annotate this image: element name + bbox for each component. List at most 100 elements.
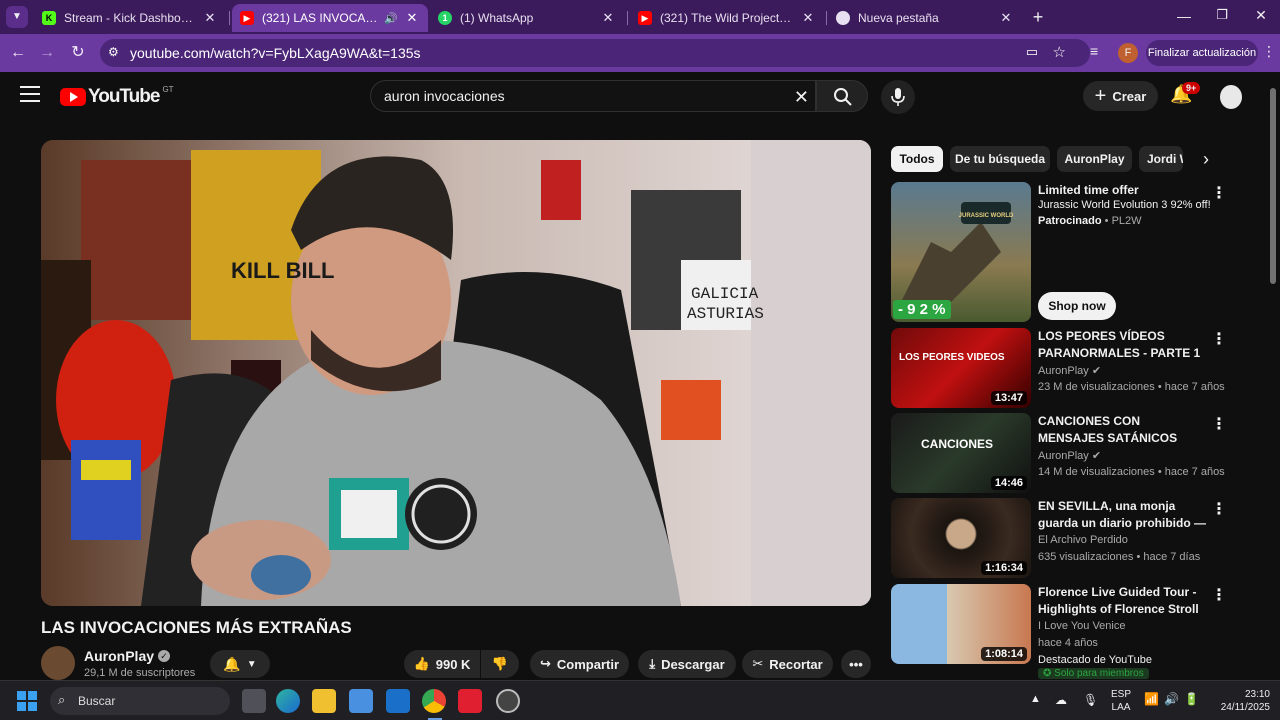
battery-icon[interactable]: 🔋 [1184,692,1199,706]
close-icon[interactable]: ✕ [600,10,616,26]
tab-whatsapp[interactable]: 1 (1) WhatsApp ✕ [430,4,624,32]
file-explorer-icon[interactable] [312,689,336,713]
volume-icon[interactable]: 🔊 [1164,692,1179,706]
more-vertical-icon[interactable]: ⋮ [1211,184,1227,204]
badge-text: Solo para miembros [1054,668,1144,679]
chip-de-tu-busqueda[interactable]: De tu búsqueda [950,146,1050,172]
microsoft-store-icon[interactable] [349,689,373,713]
more-vertical-icon[interactable]: ⋮ [1211,330,1227,350]
profile-avatar[interactable]: F [1118,43,1138,63]
account-avatar[interactable] [1220,85,1242,109]
taskbar-search-input[interactable]: ⌕ Buscar [50,687,230,715]
share-button[interactable]: ↪ Compartir [530,650,629,678]
more-vertical-icon[interactable]: ⋮ [1211,500,1227,520]
outlook-icon[interactable] [386,689,410,713]
close-icon[interactable]: ✕ [404,10,420,26]
ad-card[interactable]: JURASSIC WORLD - 9 2 % Limited time offe… [891,182,1231,322]
recommendation-item[interactable]: 1:16:34 EN SEVILLA, una monja guarda un … [891,498,1231,578]
edge-icon[interactable] [276,689,300,713]
search-input[interactable]: auron invocaciones ✕ [370,80,816,112]
close-icon[interactable]: ✕ [998,10,1014,26]
task-view-icon[interactable] [242,689,266,713]
youtube-icon: ▶ [240,11,254,25]
new-tab-button[interactable]: + [1028,7,1048,27]
page-scrollbar[interactable] [1270,88,1276,284]
voice-search-button[interactable] [881,80,915,114]
kick-icon: K [42,11,56,25]
download-button[interactable]: ⤓ Descargar [638,650,736,678]
app-circle-icon[interactable] [496,689,520,713]
chip-jordi[interactable]: Jordi W [1139,146,1183,172]
tab-kick-dashboard[interactable]: K Stream - Kick Dashboard ✕ [34,4,226,32]
keyboard-language[interactable]: ESP LAA [1108,688,1134,714]
maximize-button[interactable]: ❐ [1214,7,1230,23]
video-thumbnail[interactable]: CANCIONES 14:46 [891,413,1031,493]
youtube-icon: ▶ [638,11,652,25]
tab-new-tab[interactable]: Nueva pestaña ✕ [828,4,1022,32]
window-close-button[interactable]: ✕ [1253,7,1269,24]
chip-todos[interactable]: Todos [891,146,943,172]
video-player[interactable]: KILL BILL GALICIA ASTURIAS [41,140,871,606]
wifi-icon[interactable]: 📶 [1144,692,1159,706]
video-title: Florence Live Guided Tour - Highlights o… [1038,585,1199,616]
chrome-menu-icon[interactable]: ⋮ [1262,43,1276,60]
forward-button[interactable]: → [36,42,58,64]
channel-name[interactable]: AuronPlay ✓ [84,648,171,664]
tab-title: Stream - Kick Dashboard [64,11,196,25]
ad-thumbnail[interactable]: JURASSIC WORLD - 9 2 % [891,182,1031,322]
microphone-tray-icon[interactable]: 🎙 [1083,693,1098,707]
like-button[interactable]: 👍 990 K [404,650,480,678]
tab-search-button[interactable]: ▼ [6,6,28,28]
discount-badge: - 9 2 % [893,300,951,319]
more-actions-button[interactable]: ••• [841,650,871,678]
video-thumbnail[interactable]: 1:16:34 [891,498,1031,578]
address-bar[interactable]: ⚙ youtube.com/watch?v=FybLXagA9WA&t=135s… [100,39,1090,67]
channel-avatar[interactable] [41,646,75,680]
recommendation-item[interactable]: LOS PEORES VIDEOS 13:47 LOS PEORES VÍDEO… [891,328,1231,408]
more-vertical-icon[interactable]: ⋮ [1211,586,1227,606]
app-red-icon[interactable] [458,689,482,713]
chip-auronplay[interactable]: AuronPlay [1057,146,1132,172]
channel-name-text: AuronPlay [1038,365,1089,377]
close-icon[interactable]: ✕ [202,10,218,26]
search-icon [834,88,852,106]
search-icon: ⌕ [58,692,66,707]
finish-update-button[interactable]: Finalizar actualización [1146,40,1258,66]
minimize-button[interactable]: — [1176,8,1192,24]
youtube-logo[interactable]: YouTube GT [60,85,174,108]
recommendation-item[interactable]: CANCIONES 14:46 CANCIONES CON MENSAJES S… [891,413,1231,493]
featured-label: Destacado de YouTube [1038,654,1152,666]
bookmark-star-icon[interactable]: ☆ [1053,43,1066,61]
recommendation-item[interactable]: 1:08:14 Florence Live Guided Tour - High… [891,584,1231,680]
subscription-bell-button[interactable]: 🔔 ▼ [210,650,270,678]
search-button[interactable] [816,80,868,112]
cloud-icon[interactable]: ☁ [1055,693,1067,707]
clear-search-icon[interactable]: ✕ [794,87,809,108]
media-controls-icon[interactable]: ≡ [1090,43,1098,59]
windows-start-icon[interactable] [17,691,37,711]
shop-now-button[interactable]: Shop now [1038,292,1116,320]
create-button[interactable]: + Crear [1083,81,1158,111]
chip-next-arrow[interactable]: › [1196,149,1216,170]
cast-icon[interactable]: ▭ [1026,44,1038,60]
tab-wild-project[interactable]: ▶ (321) The Wild Project #349 - T ✕ [630,4,824,32]
video-thumbnail[interactable]: LOS PEORES VIDEOS 13:47 [891,328,1031,408]
notifications-button[interactable]: 🔔 9+ [1170,82,1201,108]
close-icon[interactable]: ✕ [800,10,816,26]
chrome-taskbar-icon[interactable] [422,689,446,713]
verified-check-icon: ✔ [1091,450,1102,462]
dislike-button[interactable]: 👎 [481,650,519,678]
clip-button[interactable]: ✂ Recortar [742,650,833,678]
site-info-icon[interactable]: ⚙ [108,45,119,59]
hamburger-menu-icon[interactable] [20,86,40,102]
video-thumbnail[interactable]: 1:08:14 [891,584,1031,664]
clock[interactable]: 23:10 24/11/2025 [1206,688,1270,714]
tab-youtube-invocaciones[interactable]: ▶ (321) LAS INVOCACIONES 🔊 ✕ [232,4,428,32]
more-vertical-icon[interactable]: ⋮ [1211,415,1227,435]
reload-button[interactable]: ↻ [67,42,89,64]
speaker-icon[interactable]: 🔊 [384,12,398,25]
back-button[interactable]: ← [7,42,29,64]
advertiser-name: PL2W [1111,215,1142,227]
tray-chevron-up-icon[interactable]: ▲ [1030,693,1041,705]
video-title: LOS PEORES VÍDEOS PARANORMALES - PARTE 1 [1038,329,1201,360]
